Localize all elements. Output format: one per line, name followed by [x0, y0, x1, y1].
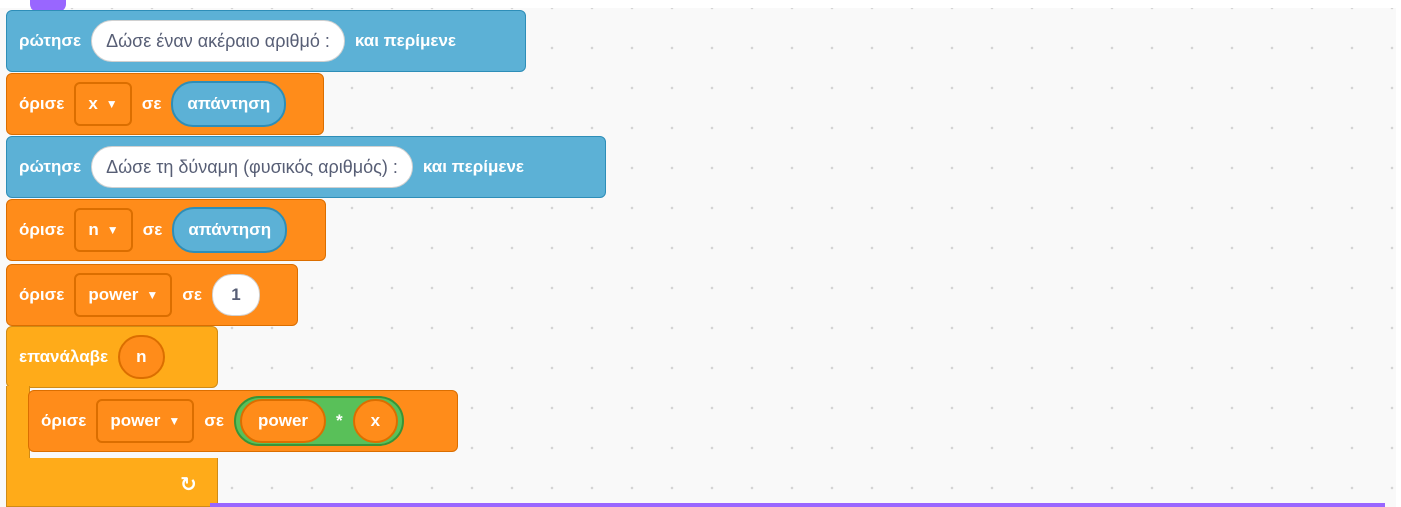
- variable-name: power: [110, 411, 161, 430]
- repeat-block[interactable]: επανάλαβε n: [6, 326, 218, 388]
- answer-reporter[interactable]: απάντηση: [171, 81, 287, 127]
- set-to-label: σε: [204, 411, 224, 430]
- multiply-sign: *: [336, 411, 343, 430]
- variable-name: x: [88, 94, 98, 113]
- loop-arrow-icon: ↻: [180, 474, 197, 496]
- ask-keyword: ρώτησε: [19, 157, 82, 176]
- ask-suffix: και περίμενε: [354, 31, 456, 50]
- set-to-label: σε: [142, 220, 163, 239]
- event-block-edge-bottom: [210, 503, 1385, 507]
- power-reporter[interactable]: power: [239, 399, 327, 443]
- ask-and-wait-block-1[interactable]: ρώτησε Δώσε έναν ακέραιο αριθμό : και πε…: [6, 10, 526, 72]
- value-input[interactable]: 1: [211, 274, 260, 316]
- set-variable-block-power[interactable]: όρισε power ▼ σε 1: [6, 264, 298, 326]
- variable-dropdown-x[interactable]: x ▼: [74, 82, 132, 126]
- set-keyword: όρισε: [41, 411, 87, 430]
- set-keyword: όρισε: [19, 220, 65, 239]
- x-reporter[interactable]: x: [352, 399, 399, 443]
- set-to-label: σε: [182, 285, 202, 304]
- variable-dropdown-power[interactable]: power ▼: [96, 399, 195, 443]
- set-keyword: όρισε: [19, 94, 65, 113]
- set-keyword: όρισε: [19, 285, 65, 304]
- set-variable-block-x[interactable]: όρισε x ▼ σε απάντηση: [6, 73, 324, 135]
- repeat-c-arm: [6, 386, 30, 460]
- variable-name: n: [88, 220, 99, 239]
- answer-reporter[interactable]: απάντηση: [172, 207, 288, 253]
- caret-down-icon: ▼: [106, 223, 119, 237]
- variable-dropdown-power[interactable]: power ▼: [74, 273, 173, 317]
- ask-question-input[interactable]: Δώσε έναν ακέραιο αριθμό :: [91, 20, 345, 62]
- caret-down-icon: ▼: [105, 97, 118, 111]
- multiply-operator-block[interactable]: power * x: [233, 396, 405, 446]
- set-variable-block-power-inner[interactable]: όρισε power ▼ σε power * x: [28, 390, 458, 452]
- variable-dropdown-n[interactable]: n ▼: [74, 208, 133, 252]
- ask-and-wait-block-2[interactable]: ρώτησε Δώσε τη δύναμη (φυσικός αριθμός) …: [6, 136, 606, 198]
- ask-question-input[interactable]: Δώσε τη δύναμη (φυσικός αριθμός) :: [91, 146, 413, 188]
- ask-keyword: ρώτησε: [19, 31, 82, 50]
- ask-suffix: και περίμενε: [422, 157, 524, 176]
- variable-name: power: [88, 285, 139, 304]
- set-to-label: σε: [141, 94, 162, 113]
- repeat-keyword: επανάλαβε: [19, 347, 109, 366]
- set-variable-block-n[interactable]: όρισε n ▼ σε απάντηση: [6, 199, 326, 261]
- caret-down-icon: ▼: [168, 414, 181, 428]
- caret-down-icon: ▼: [146, 288, 159, 302]
- repeat-count-reporter[interactable]: n: [118, 335, 165, 379]
